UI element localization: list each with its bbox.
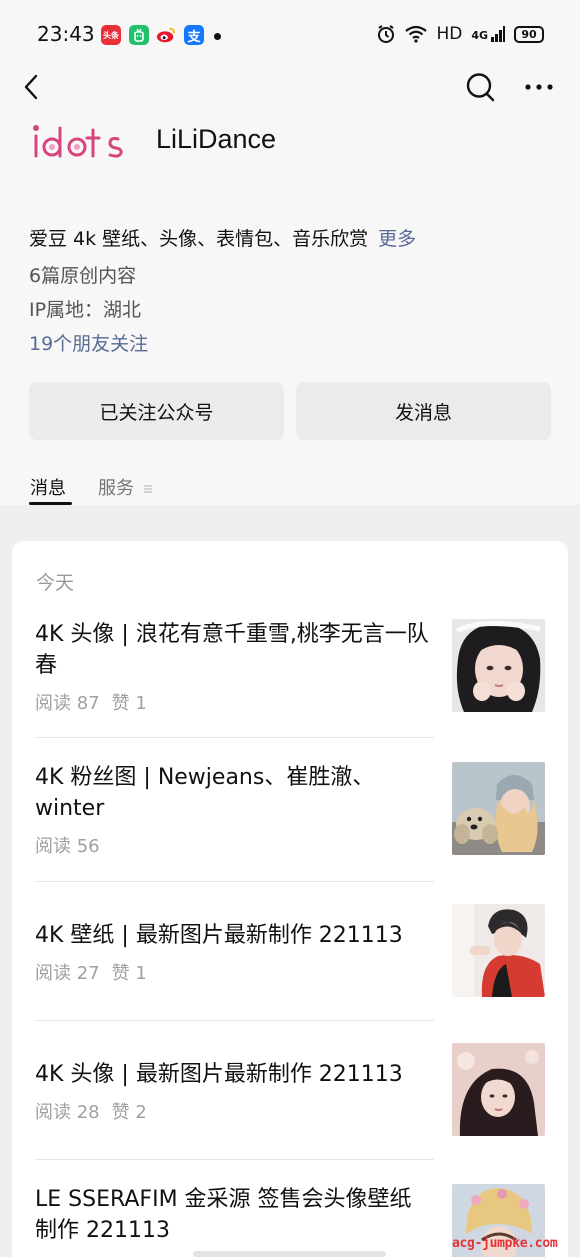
bio-text: 爱豆 4k 壁纸、头像、表情包、音乐欣赏	[29, 228, 369, 250]
article-title[interactable]: LE SSERAFIM 金采源 签售会头像壁纸制作 221113	[35, 1184, 433, 1246]
date-header: 今天	[36, 572, 75, 594]
signal-icon: 4G	[471, 26, 505, 42]
article-stats: 阅读 28 赞 2	[35, 1098, 147, 1124]
watermark: acg-jumpke.com	[452, 1236, 558, 1251]
status-indicators: HD 4G 90	[376, 24, 544, 44]
read-count: 阅读 28	[35, 1102, 100, 1123]
friends-following-link[interactable]: 19个朋友关注	[29, 329, 148, 356]
home-indicator	[193, 1251, 386, 1257]
article-thumbnail[interactable]	[452, 762, 545, 855]
article-item[interactable]: 4K 粉丝图 | Newjeans、崔胜澈、winter 阅读 56	[35, 762, 545, 858]
search-icon[interactable]	[465, 72, 495, 102]
article-thumbnail[interactable]	[452, 904, 545, 997]
article-stats: 阅读 27 赞 1	[35, 959, 147, 985]
like-count: 赞 2	[111, 1102, 147, 1123]
like-count: 赞 1	[111, 693, 147, 714]
status-bar: 23:43 头条 支 HD 4G 90	[0, 0, 580, 70]
article-thumbnail[interactable]	[452, 619, 545, 712]
tab-services-label: 服务	[98, 478, 134, 499]
original-count: 6篇原创内容	[29, 265, 137, 287]
send-message-button[interactable]: 发消息	[296, 382, 551, 440]
menu-icon	[143, 479, 153, 500]
tab-messages[interactable]: 消息	[30, 474, 66, 500]
network-type: HD	[436, 24, 463, 44]
article-title[interactable]: 4K 粉丝图 | Newjeans、崔胜澈、winter	[35, 762, 433, 824]
article-title[interactable]: 4K 壁纸 | 最新图片最新制作 221113	[35, 920, 433, 951]
wifi-icon	[405, 25, 428, 43]
divider	[35, 881, 434, 882]
chevron-left-icon[interactable]	[18, 72, 48, 102]
like-count: 赞 1	[111, 963, 147, 984]
divider	[35, 1159, 434, 1160]
bio-more-link[interactable]: 更多	[378, 228, 416, 250]
article-title[interactable]: 4K 头像 | 最新图片最新制作 221113	[35, 1059, 433, 1090]
article-stats: 阅读 87 赞 1	[35, 689, 147, 715]
article-item[interactable]: 4K 头像 | 最新图片最新制作 221113 阅读 28 赞 2	[35, 1043, 545, 1136]
ip-location: IP属地：湖北	[29, 299, 142, 321]
account-logo	[30, 118, 130, 166]
alipay-icon: 支	[184, 25, 204, 45]
followed-button[interactable]: 已关注公众号	[29, 382, 284, 440]
read-count: 阅读 56	[35, 836, 100, 857]
active-tab-indicator	[29, 502, 72, 505]
status-time: 23:43	[37, 22, 95, 46]
read-count: 阅读 27	[35, 963, 100, 984]
account-name: LiLiDance	[156, 124, 277, 154]
article-stats: 阅读 56	[35, 832, 100, 858]
toutiao-icon: 头条	[101, 25, 121, 45]
app-green-icon	[129, 25, 149, 45]
weibo-icon	[156, 25, 176, 45]
notification-dot	[214, 33, 221, 40]
more-horizontal-icon[interactable]	[523, 74, 555, 100]
article-title[interactable]: 4K 头像 | 浪花有意千重雪,桃李无言一队春	[35, 619, 433, 681]
article-thumbnail[interactable]	[452, 1043, 545, 1136]
battery-icon: 90	[514, 25, 544, 43]
divider	[35, 737, 434, 738]
tab-services[interactable]: 服务	[98, 474, 153, 500]
read-count: 阅读 87	[35, 693, 100, 714]
divider	[35, 1020, 434, 1021]
article-item[interactable]: 4K 头像 | 浪花有意千重雪,桃李无言一队春 阅读 87 赞 1	[35, 619, 545, 715]
alarm-icon	[378, 25, 395, 43]
article-item[interactable]: 4K 壁纸 | 最新图片最新制作 221113 阅读 27 赞 1	[35, 904, 545, 997]
account-bio: 爱豆 4k 壁纸、头像、表情包、音乐欣赏 更多	[29, 224, 416, 251]
